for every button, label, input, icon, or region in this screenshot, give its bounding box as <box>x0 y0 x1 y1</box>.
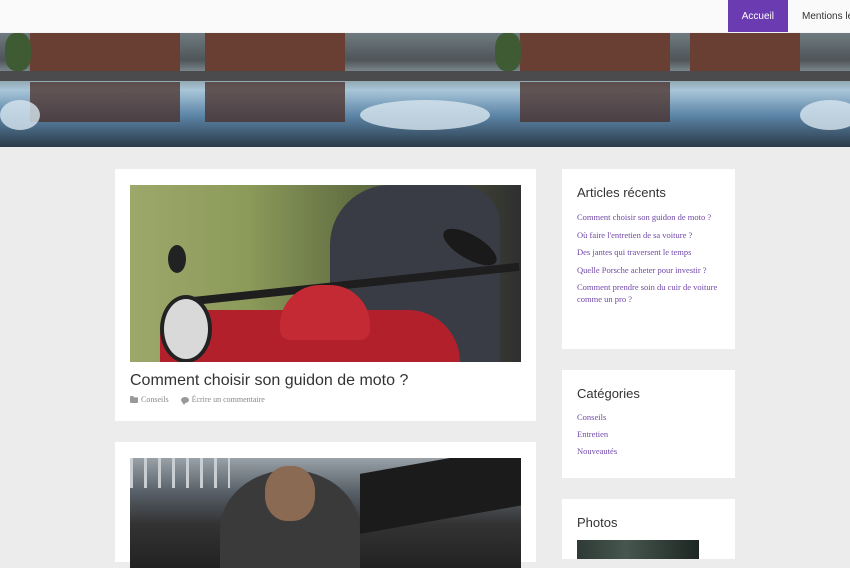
banner-building <box>520 33 670 74</box>
list-item: Entretien <box>577 428 722 440</box>
car-hood-shape <box>360 458 521 534</box>
recent-post-link[interactable]: Comment choisir son guidon de moto ? <box>577 212 711 222</box>
folder-icon <box>130 396 138 403</box>
banner-tree <box>5 33 31 71</box>
widget-title: Photos <box>577 515 618 530</box>
nav-item-accueil[interactable]: Accueil <box>727 0 788 32</box>
banner-sky-reflection <box>360 100 490 130</box>
banner-reflection <box>30 82 180 122</box>
garage-shelving-shape <box>130 458 230 488</box>
list-item: Comment prendre soin du cuir de voiture … <box>577 281 722 305</box>
widget-categories: Catégories Conseils Entretien Nouveautés <box>562 370 735 478</box>
banner-building <box>690 33 800 74</box>
post-card: Comment choisir son guidon de moto ? Con… <box>115 169 536 421</box>
mechanic-face-shape <box>265 466 315 521</box>
widget-photos: Photos <box>562 499 735 559</box>
list-item: Nouveautés <box>577 445 722 457</box>
category-link[interactable]: Nouveautés <box>577 446 617 456</box>
category-link[interactable]: Conseils <box>577 412 606 422</box>
banner-building <box>205 33 345 74</box>
widget-recent-posts: Articles récents Comment choisir son gui… <box>562 169 735 349</box>
widget-title: Catégories <box>577 386 640 401</box>
headlamp-shape <box>160 295 212 362</box>
banner-reflection <box>205 82 345 122</box>
categories-list: Conseils Entretien Nouveautés <box>577 411 722 462</box>
list-item: Où faire l'entretien de sa voiture ? <box>577 229 722 241</box>
comment-icon <box>180 396 189 405</box>
recent-post-link[interactable]: Comment prendre soin du cuir de voiture … <box>577 282 717 304</box>
mirror-shape <box>168 245 186 273</box>
banner-building <box>30 33 180 74</box>
post-category[interactable]: Conseils <box>130 395 169 404</box>
post-card <box>115 442 536 568</box>
post-meta: Conseils Écrire un commentaire <box>130 395 265 405</box>
post-title[interactable]: Comment choisir son guidon de moto ? <box>130 372 408 390</box>
recent-post-link[interactable]: Où faire l'entretien de sa voiture ? <box>577 230 692 240</box>
top-bar <box>0 0 850 33</box>
banner-tree <box>495 33 521 71</box>
nav-item-mentions-legales[interactable]: Mentions légales <box>788 0 850 32</box>
list-item: Quelle Porsche acheter pour investir ? <box>577 264 722 276</box>
list-item: Des jantes qui traversent le temps <box>577 246 722 258</box>
main-nav: Accueil Mentions légales <box>727 0 850 32</box>
banner-street <box>0 71 850 81</box>
recent-post-link[interactable]: Quelle Porsche acheter pour investir ? <box>577 265 707 275</box>
widget-title: Articles récents <box>577 185 666 200</box>
post-thumbnail-motorcycle[interactable] <box>130 185 521 362</box>
banner-sky-reflection <box>800 100 850 130</box>
recent-post-link[interactable]: Des jantes qui traversent le temps <box>577 247 691 257</box>
post-comments-link[interactable]: Écrire un commentaire <box>180 395 265 405</box>
post-thumbnail-mechanic[interactable] <box>130 458 521 568</box>
recent-posts-list: Comment choisir son guidon de moto ? Où … <box>577 211 722 311</box>
list-item: Comment choisir son guidon de moto ? <box>577 211 722 223</box>
banner-reflection <box>520 82 670 122</box>
post-category-label[interactable]: Conseils <box>141 395 169 404</box>
category-link[interactable]: Entretien <box>577 429 608 439</box>
header-banner: Accueil Mentions légales <box>0 0 850 147</box>
list-item: Conseils <box>577 411 722 423</box>
banner-sky-reflection <box>0 100 40 130</box>
post-comments-label[interactable]: Écrire un commentaire <box>192 395 265 404</box>
